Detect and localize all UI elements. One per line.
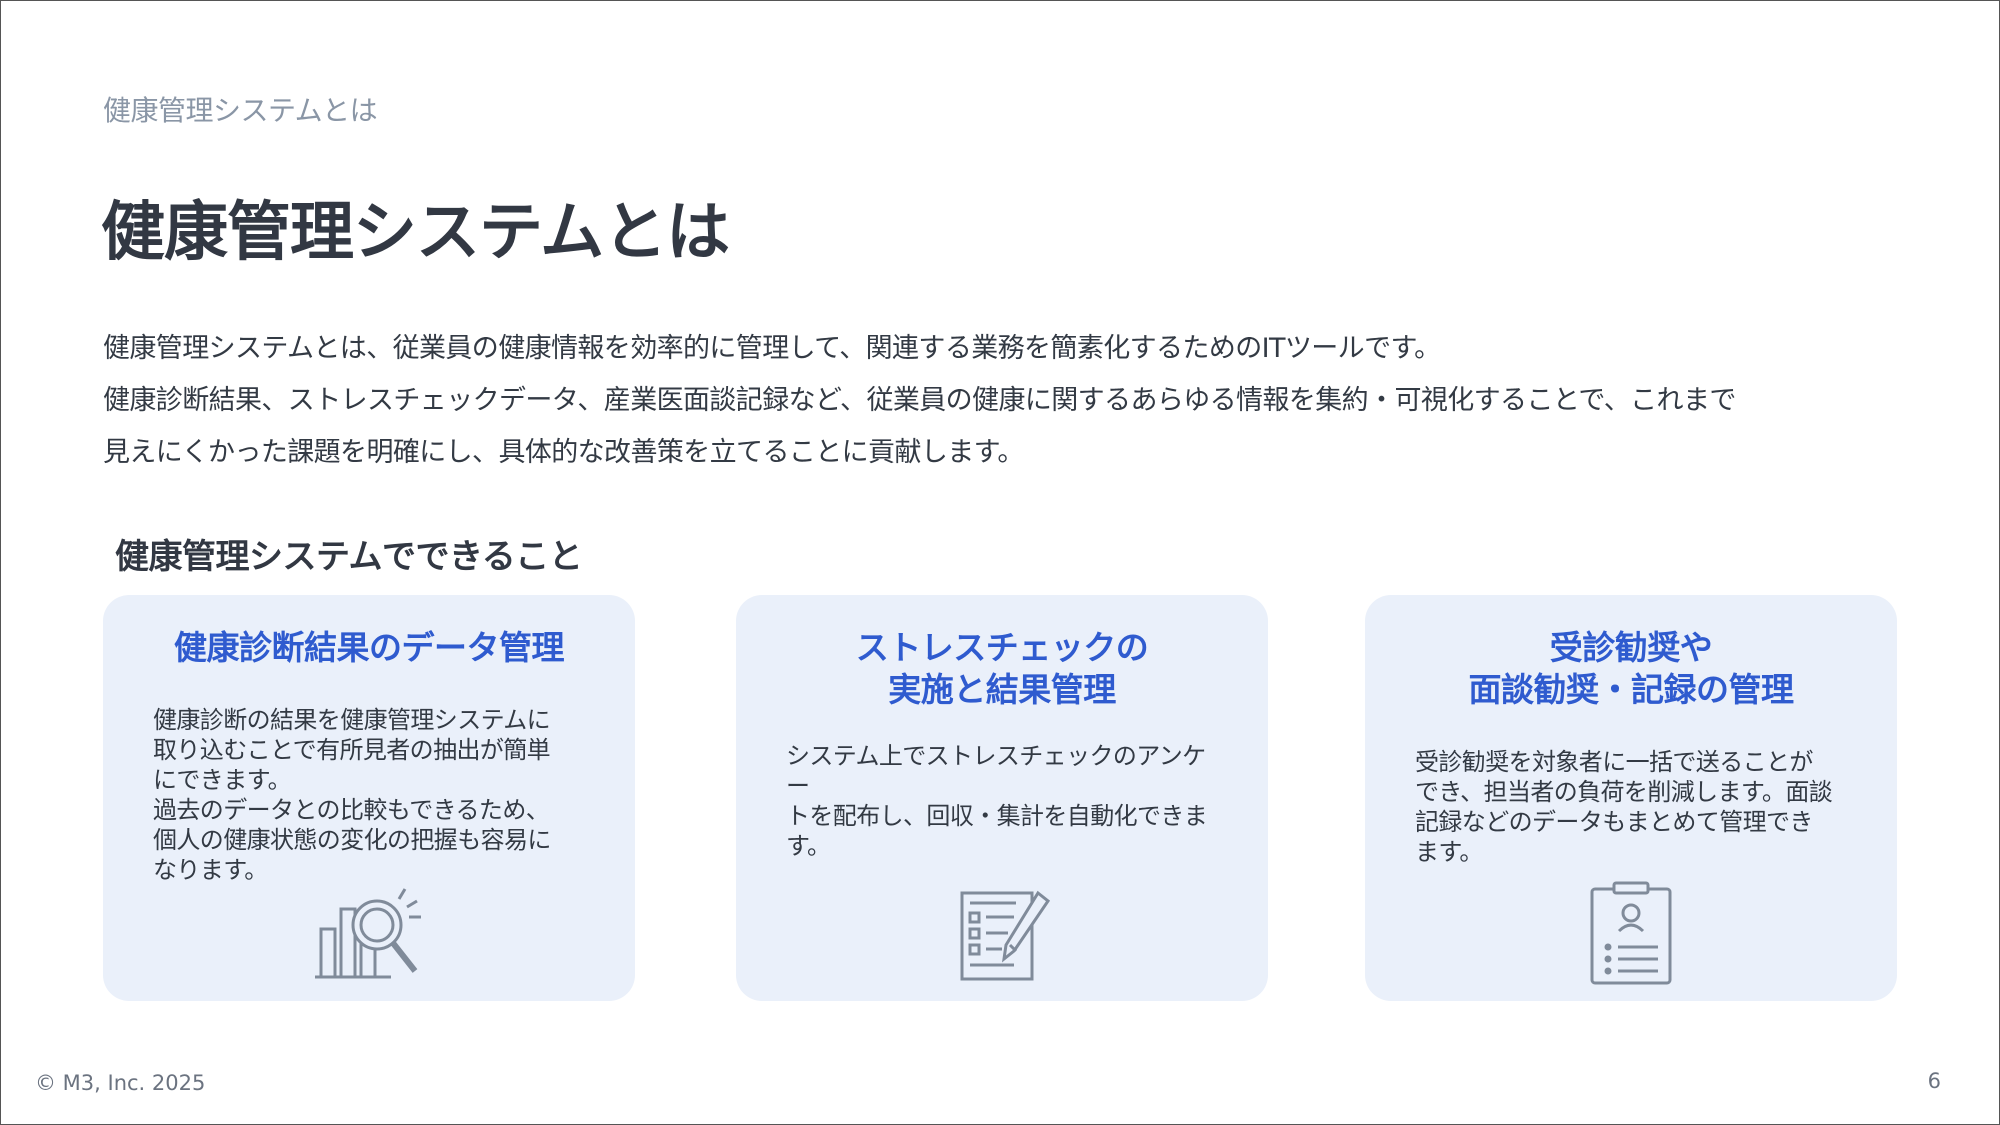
intro-paragraph: 健康管理システムとは、従業員の健康情報を効率的に管理して、関連する業務を簡素化す… — [103, 323, 1903, 479]
card-body: 健康診断の結果を健康管理システムに 取り込むことで有所見者の抽出が簡単 にできま… — [153, 705, 593, 885]
card-body-line: 記録などのデータもまとめて管理でき — [1415, 808, 1813, 836]
checklist-pen-icon — [960, 890, 1050, 981]
card-body: システム上でストレスチェックのアンケー トを配布し、回収・集計を自動化できま す… — [786, 741, 1226, 861]
copyright: © M3, Inc. 2025 — [35, 1071, 206, 1095]
card-title-line: 受診勧奨や — [1549, 628, 1713, 667]
feature-card-stress-check: ストレスチェックの 実施と結果管理 システム上でストレスチェックのアンケー トを… — [736, 595, 1268, 1001]
card-title-line: 健康診断結果のデータ管理 — [174, 628, 565, 667]
card-title-line: ストレスチェックの — [855, 628, 1149, 667]
intro-line: 見えにくかった課題を明確にし、具体的な改善策を立てることに貢献します。 — [103, 437, 1024, 468]
card-title: 受診勧奨や 面談勧奨・記録の管理 — [1365, 627, 1897, 711]
card-body-line: 過去のデータとの比較もできるため、 — [153, 796, 550, 824]
card-title: 健康診断結果のデータ管理 — [103, 627, 635, 669]
feature-card-health-checkup: 健康診断結果のデータ管理 健康診断の結果を健康管理システムに 取り込むことで有所… — [103, 595, 635, 1001]
page-title: 健康管理システムとは — [101, 196, 730, 270]
card-title-line: 面談勧奨・記録の管理 — [1468, 670, 1795, 709]
card-body-line: でき、担当者の負荷を削減します。面談 — [1415, 778, 1833, 806]
page-number: 6 — [1927, 1069, 1941, 1093]
intro-line: 健康診断結果、ストレスチェックデータ、産業医面談記録など、従業員の健康に関するあ… — [103, 385, 1736, 416]
card-body-line: にできます。 — [153, 766, 292, 794]
card-body-line: 受診勧奨を対象者に一括で送ることが — [1415, 748, 1813, 776]
card-title-line: 実施と結果管理 — [888, 670, 1116, 709]
card-body-line: す。 — [786, 832, 831, 860]
card-body-line: トを配布し、回収・集計を自動化できま — [786, 802, 1208, 830]
slide: 健康管理システムとは 健康管理システムとは 健康管理システムとは、従業員の健康情… — [0, 0, 2000, 1125]
intro-line: 健康管理システムとは、従業員の健康情報を効率的に管理して、関連する業務を簡素化す… — [103, 333, 1441, 364]
card-body-line: 取り込むことで有所見者の抽出が簡単 — [153, 736, 551, 764]
feature-card-consultation-recommendation: 受診勧奨や 面談勧奨・記録の管理 受診勧奨を対象者に一括で送ることが でき、担当… — [1365, 595, 1897, 1001]
card-body-line: 健康診断の結果を健康管理システムに — [153, 706, 551, 734]
section-title: 健康管理システムでできること — [115, 537, 583, 577]
clipboard-person-icon — [1590, 881, 1672, 985]
breadcrumb: 健康管理システムとは — [103, 94, 378, 127]
chart-magnifier-icon — [315, 888, 421, 979]
card-body-line: ます。 — [1415, 838, 1483, 866]
card-body-line: システム上でストレスチェックのアンケー — [786, 742, 1206, 800]
card-body: 受診勧奨を対象者に一括で送ることが でき、担当者の負荷を削減します。面談 記録な… — [1415, 747, 1855, 867]
card-title: ストレスチェックの 実施と結果管理 — [736, 627, 1268, 711]
card-body-line: 個人の健康状態の変化の把握も容易に — [153, 826, 551, 854]
card-body-line: なります。 — [153, 856, 268, 884]
